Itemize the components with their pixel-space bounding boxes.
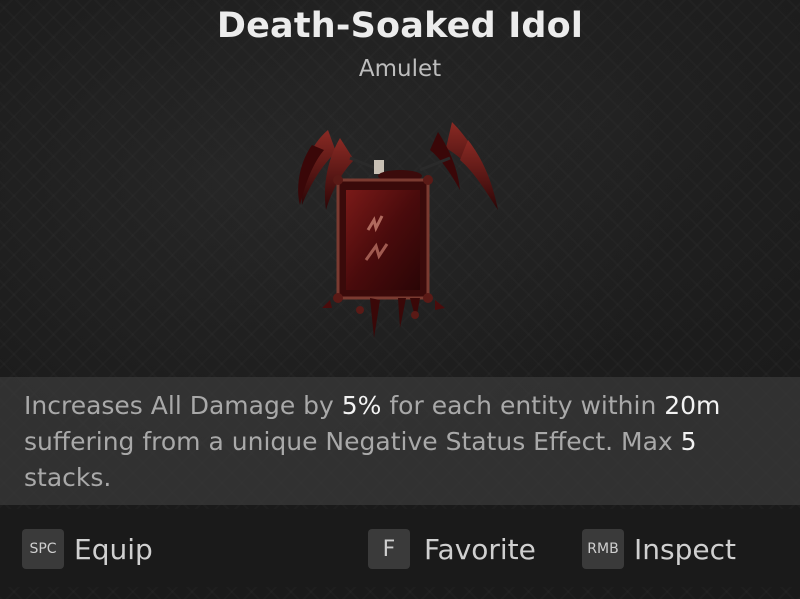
equip-label: Equip: [74, 532, 153, 566]
description-text: stacks.: [24, 463, 112, 492]
item-name: Death-Soaked Idol: [216, 6, 584, 46]
favorite-label: Favorite: [424, 532, 536, 566]
description-text: suffering from a unique Negative Status …: [24, 427, 681, 456]
item-tooltip: Death-Soaked Idol Amulet Increases All D…: [0, 0, 800, 599]
description-text: for each entity within: [381, 391, 665, 420]
space-key-icon: SPC: [22, 529, 64, 569]
equip-action[interactable]: SPC Equip: [22, 528, 153, 570]
f-key-icon: F: [368, 529, 410, 569]
range-value: 20m: [664, 391, 721, 420]
description-text: Increases All Damage by: [24, 391, 342, 420]
damage-bonus-value: 5%: [341, 391, 382, 420]
inspect-action[interactable]: RMB Inspect: [582, 528, 736, 570]
item-type: Amulet: [358, 56, 442, 82]
inspect-label: Inspect: [634, 532, 736, 566]
max-stacks-value: 5: [680, 427, 697, 456]
blood-idol-amulet-icon: [270, 110, 530, 360]
favorite-action[interactable]: F Favorite: [368, 528, 536, 570]
item-description: Increases All Damage by 5% for each enti…: [24, 388, 784, 496]
right-mouse-button-icon: RMB: [582, 529, 624, 569]
